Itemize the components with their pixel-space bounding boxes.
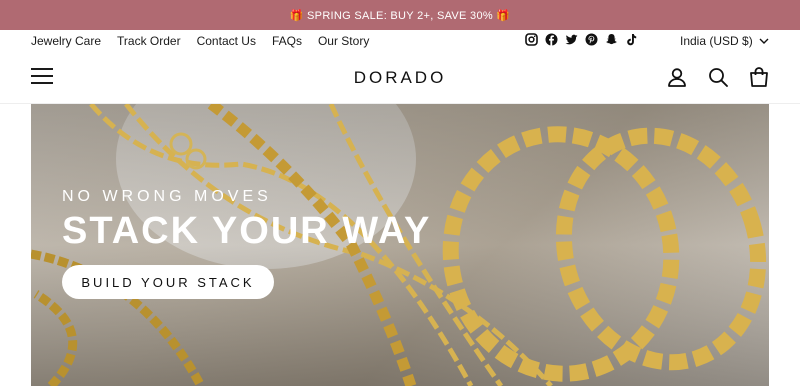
utility-bar: Jewelry Care Track Order Contact Us FAQs… [0,30,800,52]
instagram-icon[interactable] [525,33,538,46]
link-track-order[interactable]: Track Order [117,34,181,48]
twitter-icon[interactable] [565,33,578,46]
currency-selector[interactable]: India (USD $) [680,34,769,48]
utility-links: Jewelry Care Track Order Contact Us FAQs… [31,34,385,48]
tiktok-icon[interactable] [625,33,638,46]
link-jewelry-care[interactable]: Jewelry Care [31,34,101,48]
hero-banner[interactable]: NO WRONG MOVES STACK YOUR WAY BUILD YOUR… [31,104,769,386]
hero-eyebrow: NO WRONG MOVES [62,188,272,205]
account-icon[interactable] [666,66,688,88]
link-faqs[interactable]: FAQs [272,34,302,48]
announcement-bar: 🎁 SPRING SALE: BUY 2+, SAVE 30% 🎁 [0,0,800,30]
header-actions [666,66,770,88]
social-links [525,33,638,46]
link-contact-us[interactable]: Contact Us [197,34,256,48]
chevron-down-icon [759,38,769,44]
main-header: DORADO [0,52,800,104]
announcement-text: 🎁 SPRING SALE: BUY 2+, SAVE 30% 🎁 [289,9,511,22]
build-your-stack-button[interactable]: BUILD YOUR STACK [62,265,274,299]
cart-icon[interactable] [748,66,770,88]
facebook-icon[interactable] [545,33,558,46]
snapchat-icon[interactable] [605,33,618,46]
search-icon[interactable] [707,66,729,88]
hero-headline: STACK YOUR WAY [62,210,432,252]
pinterest-icon[interactable] [585,33,598,46]
currency-label: India (USD $) [680,34,753,48]
link-our-story[interactable]: Our Story [318,34,369,48]
